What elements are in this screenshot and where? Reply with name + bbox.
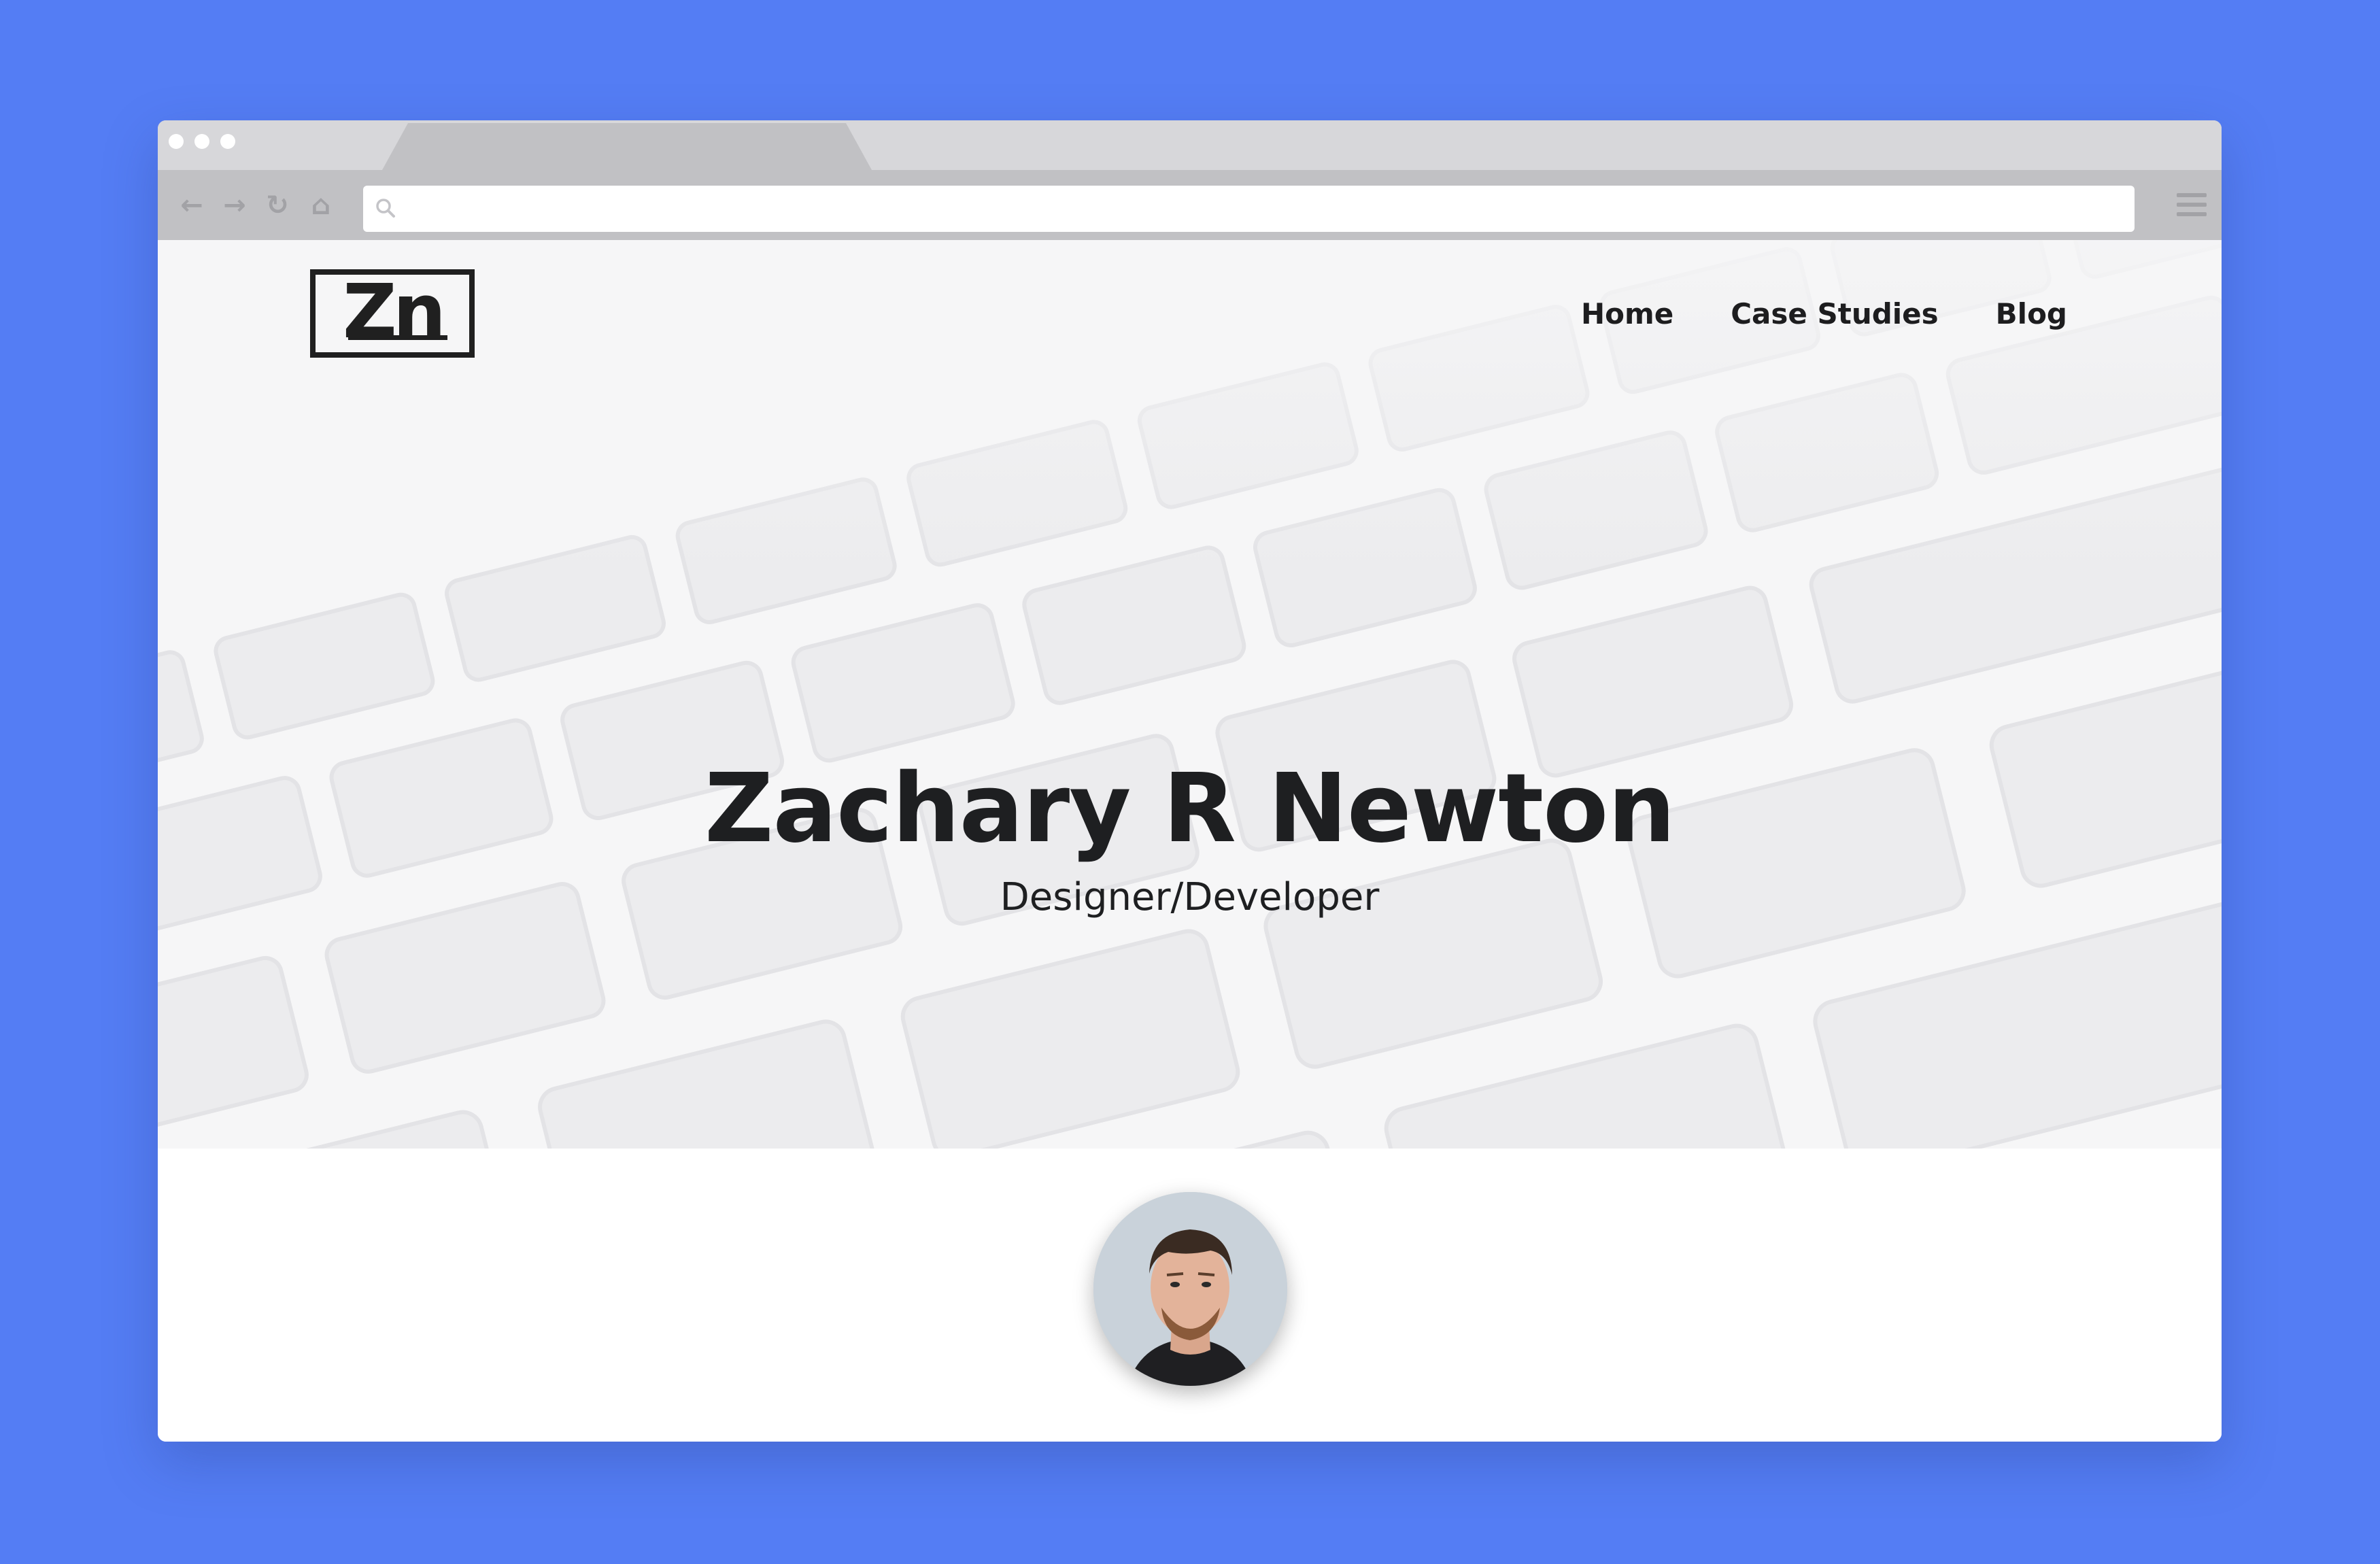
browser-titlebar: × [158,120,2222,170]
site-logo[interactable]: Zn [310,269,475,358]
search-icon [376,199,395,218]
hero-subtitle: Designer/Developer [1000,875,1380,919]
nav-link-case-studies[interactable]: Case Studies [1731,297,1938,331]
profile-photo [1093,1192,1287,1386]
reload-icon[interactable]: ↻ [262,190,292,220]
new-tab-button[interactable] [703,131,766,163]
keyboard-background-image [158,240,2222,1149]
browser-window: × ← → ↻ ⌂ Zn Home Case Studies Blog Zach… [158,120,2222,1442]
home-icon[interactable]: ⌂ [306,190,336,220]
hero-title: Zachary R Newton [704,753,1676,864]
forward-arrow-icon[interactable]: → [220,190,250,220]
logo-text: Zn [342,268,446,355]
main-nav: Home Case Studies Blog [1581,297,2067,331]
hero-section: Zn Home Case Studies Blog Zachary R Newt… [158,240,2222,1149]
profile-avatar [1093,1192,1287,1386]
hamburger-menu-icon[interactable] [2177,193,2207,220]
nav-link-blog[interactable]: Blog [1996,297,2067,331]
nav-link-home[interactable]: Home [1581,297,1673,331]
window-maximize-dot[interactable] [220,134,235,149]
logo-underline [348,335,447,340]
tab-close-icon[interactable]: × [889,135,916,163]
browser-tab-active[interactable]: × [382,123,872,170]
window-close-dot[interactable] [169,134,184,149]
web-page: Zn Home Case Studies Blog Zachary R Newt… [158,240,2222,1442]
window-minimize-dot[interactable] [194,134,209,149]
browser-toolbar: ← → ↻ ⌂ [158,170,2222,240]
back-arrow-icon[interactable]: ← [177,190,207,220]
address-bar[interactable] [363,186,2135,232]
